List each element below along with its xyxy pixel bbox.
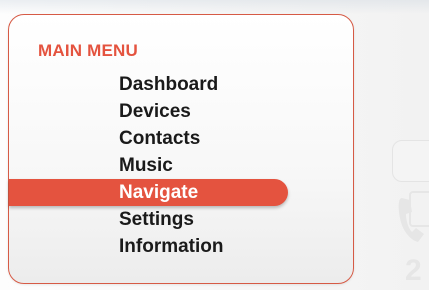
menu-item-label: Navigate	[119, 182, 199, 203]
background-card	[392, 140, 429, 182]
menu-item-settings[interactable]: Settings	[0, 206, 300, 233]
menu-item-information[interactable]: Information	[0, 233, 300, 260]
menu-item-music[interactable]: Music	[0, 152, 300, 179]
menu-item-devices[interactable]: Devices	[0, 98, 300, 125]
menu-item-label: Music	[119, 155, 173, 176]
menu-list: Dashboard Devices Contacts Music Navigat…	[0, 71, 300, 260]
phone-icon	[398, 191, 429, 242]
menu-item-label: Information	[119, 236, 224, 257]
menu-item-label: Contacts	[119, 128, 201, 149]
background-number: 2	[405, 254, 422, 287]
menu-item-label: Settings	[119, 209, 194, 230]
main-menu-screen: 2 MAIN MENU Dashboard Devices Contacts M…	[0, 0, 429, 290]
menu-item-contacts[interactable]: Contacts	[0, 125, 300, 152]
menu-item-navigate[interactable]: Navigate	[9, 179, 288, 206]
menu-item-dashboard[interactable]: Dashboard	[0, 71, 300, 98]
menu-item-label: Dashboard	[119, 74, 219, 95]
background-top-bar	[0, 0, 429, 14]
menu-title: MAIN MENU	[38, 41, 139, 60]
menu-item-label: Devices	[119, 101, 191, 122]
